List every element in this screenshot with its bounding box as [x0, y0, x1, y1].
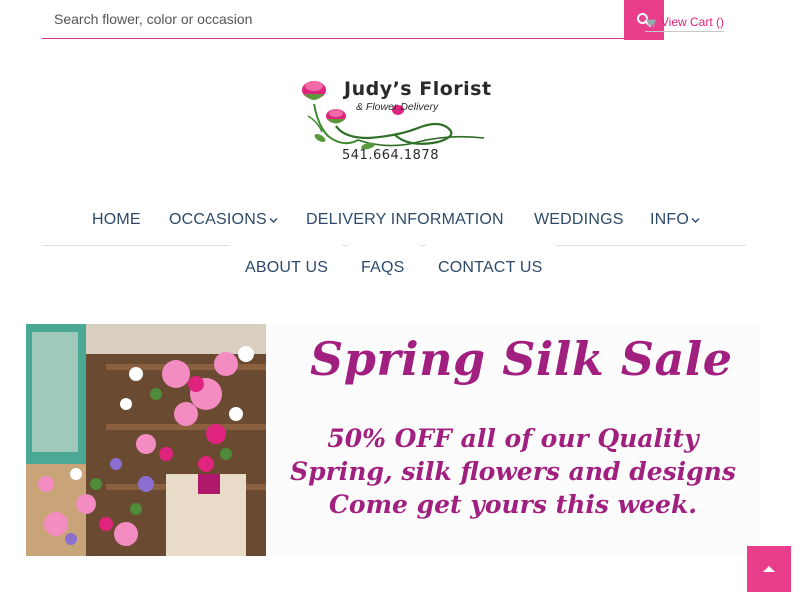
nav-contact-us[interactable]: CONTACT US: [438, 259, 543, 277]
nav-info[interactable]: INFO: [650, 211, 700, 229]
nav-divider: [342, 245, 348, 246]
search-bar: [42, 0, 624, 39]
nav-about-us[interactable]: ABOUT US: [245, 259, 328, 277]
chevron-down-icon: [691, 217, 700, 223]
nav-weddings-label: WEDDINGS: [534, 211, 624, 228]
sale-line-2: Spring, silk flowers and designs: [290, 457, 736, 486]
logo-phone: 541.664.1878: [342, 148, 439, 163]
nav-occasions[interactable]: OCCASIONS: [169, 211, 278, 229]
site-logo[interactable]: Judy’s Florist & Flower Delivery 541.664…: [298, 76, 492, 168]
nav-delivery-information[interactable]: DELIVERY INFORMATION: [306, 211, 504, 229]
logo-title: Judy’s Florist: [344, 78, 492, 100]
spring-sale-banner[interactable]: Spring Silk Sale 50% OFF all of our Qual…: [26, 324, 760, 556]
nav-info-label: INFO: [650, 211, 690, 228]
nav-contact-label: CONTACT US: [438, 259, 543, 276]
view-cart-label: View Cart (): [660, 15, 724, 29]
main-nav-row-2: ABOUT US FAQS CONTACT US: [0, 259, 800, 279]
chevron-down-icon: [269, 217, 278, 223]
chevron-up-icon: [763, 566, 775, 572]
nav-weddings[interactable]: WEDDINGS: [534, 211, 624, 229]
nav-home-label: HOME: [92, 211, 141, 228]
nav-home[interactable]: HOME: [92, 211, 141, 229]
sale-line-1: 50% OFF all of our Quality: [327, 424, 699, 453]
search-input[interactable]: [42, 0, 624, 38]
sale-text-panel: Spring Silk Sale 50% OFF all of our Qual…: [266, 324, 760, 556]
nav-divider: [556, 245, 746, 246]
main-nav-row-1: HOME OCCASIONS DELIVERY INFORMATION WEDD…: [0, 211, 800, 231]
flower-display-image: [26, 324, 266, 556]
nav-about-label: ABOUT US: [245, 259, 329, 276]
sale-line-3: Come get yours this week.: [329, 490, 697, 519]
sale-title: Spring Silk Sale: [310, 332, 733, 386]
nav-occasions-label: OCCASIONS: [169, 211, 267, 228]
silk-flowers-photo: [26, 324, 266, 556]
nav-divider: [420, 245, 426, 246]
nav-delivery-label: DELIVERY INFORMATION: [306, 211, 504, 228]
cart-icon: [645, 17, 656, 27]
nav-divider: [42, 245, 230, 246]
back-to-top-button[interactable]: [747, 546, 791, 592]
view-cart-link[interactable]: View Cart (): [645, 15, 724, 32]
nav-faqs-label: FAQS: [361, 259, 405, 276]
nav-faqs[interactable]: FAQS: [361, 259, 404, 277]
logo-subtitle: & Flower Delivery: [356, 101, 439, 113]
